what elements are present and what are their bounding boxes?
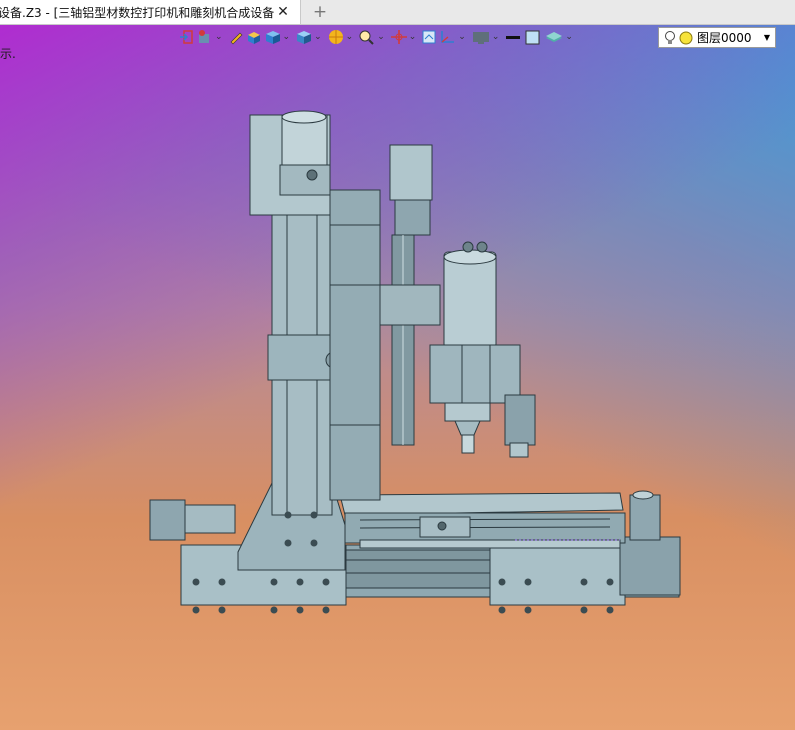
component-icon[interactable]: ⌄ bbox=[196, 27, 226, 47]
stepper-motor-left bbox=[149, 499, 186, 541]
axis-icon[interactable]: ⌄ bbox=[439, 27, 469, 47]
layer-plane-icon[interactable]: ⌄ bbox=[544, 27, 576, 47]
pen-icon[interactable] bbox=[228, 27, 244, 47]
layer-dropdown[interactable]: 图层0000 ▼ bbox=[658, 27, 776, 48]
chevron-down-icon[interactable]: ⌄ bbox=[492, 32, 500, 42]
cube-icon[interactable]: ⌄ bbox=[264, 27, 294, 47]
lightbulb-icon[interactable] bbox=[663, 30, 677, 46]
chevron-down-icon[interactable]: ⌄ bbox=[377, 32, 385, 42]
fit-view-icon[interactable] bbox=[421, 27, 437, 47]
chevron-down-icon[interactable]: ⌄ bbox=[458, 32, 466, 42]
pan-icon[interactable]: ⌄ bbox=[390, 27, 420, 47]
spindle-motor bbox=[443, 251, 497, 349]
line-style-icon[interactable] bbox=[504, 27, 522, 47]
chevron-down-icon[interactable]: ⌄ bbox=[346, 32, 354, 42]
3d-viewport[interactable]: 示. bbox=[0, 25, 795, 730]
close-tab-icon[interactable]: ✕ bbox=[274, 3, 292, 21]
view-toolbar: ⌄ ⌄ ⌄ ⌄ ⌄ ⌄ ⌄ ⌄ ⌄ bbox=[178, 26, 576, 48]
tab-title: 设备.Z3 - [三轴铝型材数控打印机和雕刻机合成设备] bbox=[0, 5, 274, 20]
dropdown-arrow-icon[interactable]: ▼ bbox=[764, 33, 770, 42]
layer-name: 图层0000 bbox=[697, 31, 752, 45]
tab-bar: 设备.Z3 - [三轴铝型材数控打印机和雕刻机合成设备] ✕ + bbox=[0, 0, 795, 25]
extruder-head bbox=[504, 394, 536, 446]
exit-icon[interactable] bbox=[178, 27, 194, 47]
yellow-dot-icon[interactable] bbox=[678, 30, 694, 46]
view-cube-icon[interactable]: ⌄ bbox=[295, 27, 325, 47]
z-motor bbox=[389, 144, 433, 201]
cnc-machine-model[interactable] bbox=[0, 25, 795, 730]
work-table bbox=[339, 492, 624, 516]
display-icon[interactable]: ⌄ bbox=[471, 27, 503, 47]
chevron-down-icon[interactable]: ⌄ bbox=[283, 32, 291, 42]
new-tab-button[interactable]: + bbox=[310, 1, 330, 23]
chevron-down-icon[interactable]: ⌄ bbox=[215, 32, 223, 42]
chevron-down-icon[interactable]: ⌄ bbox=[314, 32, 322, 42]
chevron-down-icon[interactable]: ⌄ bbox=[409, 32, 417, 42]
shaded-box-icon[interactable] bbox=[246, 27, 262, 47]
render-sphere-icon[interactable]: ⌄ bbox=[327, 27, 357, 47]
document-tab[interactable]: 设备.Z3 - [三轴铝型材数控打印机和雕刻机合成设备] ✕ bbox=[0, 0, 301, 24]
zoom-icon[interactable]: ⌄ bbox=[358, 27, 388, 47]
color-swatch-icon[interactable] bbox=[524, 27, 542, 47]
chevron-down-icon[interactable]: ⌄ bbox=[565, 32, 573, 42]
